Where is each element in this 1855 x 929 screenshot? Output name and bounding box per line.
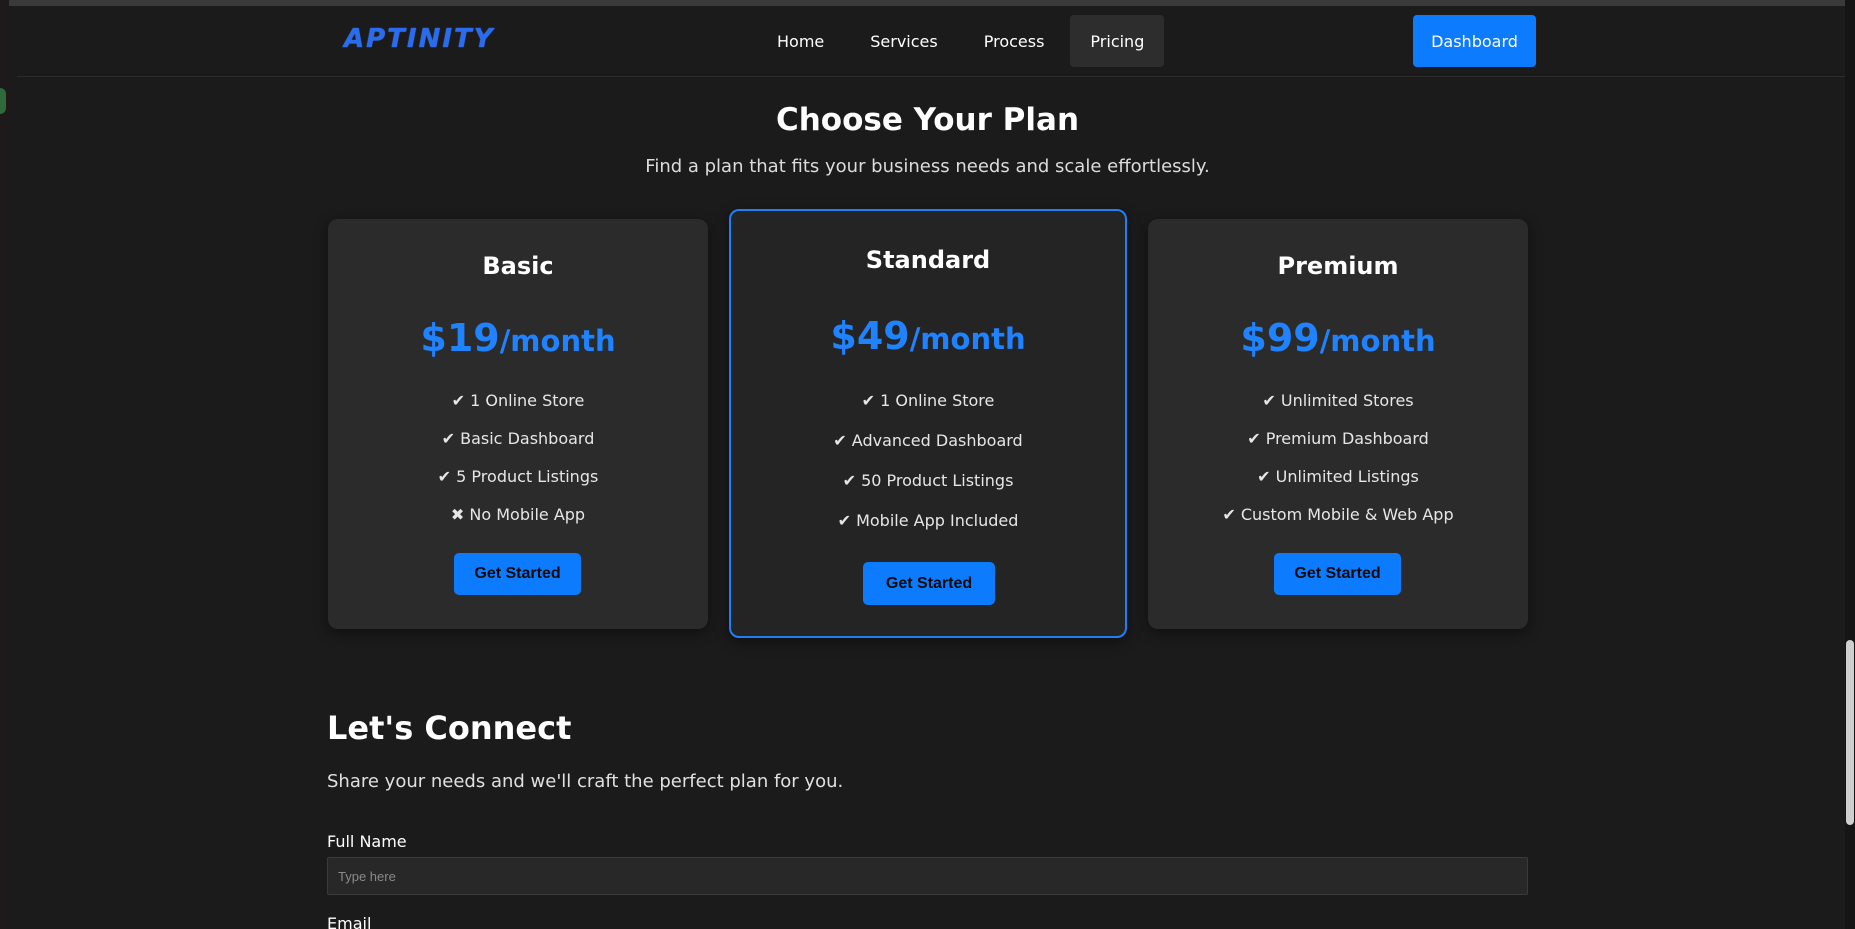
plan-feature: ✔ Unlimited Stores — [1262, 391, 1414, 410]
plan-feature: ✔ Basic Dashboard — [441, 429, 595, 448]
pricing-subtitle: Find a plan that fits your business need… — [645, 156, 1210, 177]
plan-name: Premium — [1277, 252, 1399, 280]
pricing-title: Choose Your Plan — [775, 102, 1080, 138]
get-started-button[interactable]: Get Started — [863, 562, 995, 605]
nav-link-services[interactable]: Services — [850, 15, 957, 67]
plan-feature: ✔ 5 Product Listings — [437, 467, 599, 486]
plan-price: $49/month — [731, 314, 1125, 358]
nav-link-home[interactable]: Home — [757, 15, 844, 67]
plan-name: Standard — [865, 246, 991, 274]
nav-links: Home Services Process Pricing — [757, 15, 1165, 67]
plan-price-period: /month — [1319, 324, 1436, 358]
email-label: Email — [327, 914, 372, 929]
get-started-button[interactable]: Get Started — [454, 553, 581, 595]
plan-price-period: /month — [499, 324, 616, 358]
plan-price-amount: $49 — [830, 314, 910, 358]
plan-price-amount: $19 — [420, 316, 500, 360]
nav-link-process[interactable]: Process — [964, 15, 1065, 67]
connect-subtitle: Share your needs and we'll craft the per… — [327, 771, 844, 792]
plan-card-standard: Standard $49/month ✔ 1 Online Store ✔ Ad… — [729, 209, 1127, 638]
full-name-label: Full Name — [327, 832, 407, 851]
plan-name: Basic — [482, 252, 554, 280]
plan-feature: ✔ Mobile App Included — [837, 511, 1019, 530]
navbar: APTINITY Home Services Process Pricing D… — [17, 6, 1845, 77]
connect-title: Let's Connect — [327, 709, 572, 747]
plan-feature: ✔ Advanced Dashboard — [833, 431, 1023, 450]
plan-feature: ✔ Premium Dashboard — [1247, 429, 1429, 448]
plan-price: $19/month — [328, 316, 708, 360]
plan-feature: ✔ 1 Online Store — [861, 391, 995, 410]
plan-feature: ✔ 50 Product Listings — [842, 471, 1014, 490]
plan-card-premium: Premium $99/month ✔ Unlimited Stores ✔ P… — [1148, 219, 1528, 629]
plan-feature: ✔ Custom Mobile & Web App — [1222, 505, 1454, 524]
plan-feature: ✔ 1 Online Store — [451, 391, 585, 410]
plan-price-period: /month — [909, 322, 1026, 356]
plan-price-amount: $99 — [1240, 316, 1320, 360]
dashboard-button[interactable]: Dashboard — [1413, 15, 1536, 67]
plan-price: $99/month — [1148, 316, 1528, 360]
brand-logo[interactable]: APTINITY — [344, 24, 495, 54]
nav-link-pricing[interactable]: Pricing — [1070, 15, 1165, 67]
get-started-button[interactable]: Get Started — [1274, 553, 1401, 595]
plan-card-basic: Basic $19/month ✔ 1 Online Store ✔ Basic… — [328, 219, 708, 629]
full-name-input[interactable] — [327, 857, 1528, 895]
scrollbar-thumb[interactable] — [1846, 640, 1854, 825]
plan-feature: ✔ Unlimited Listings — [1257, 467, 1419, 486]
window-left-edge — [0, 0, 9, 929]
plan-feature: ✖ No Mobile App — [450, 505, 586, 524]
